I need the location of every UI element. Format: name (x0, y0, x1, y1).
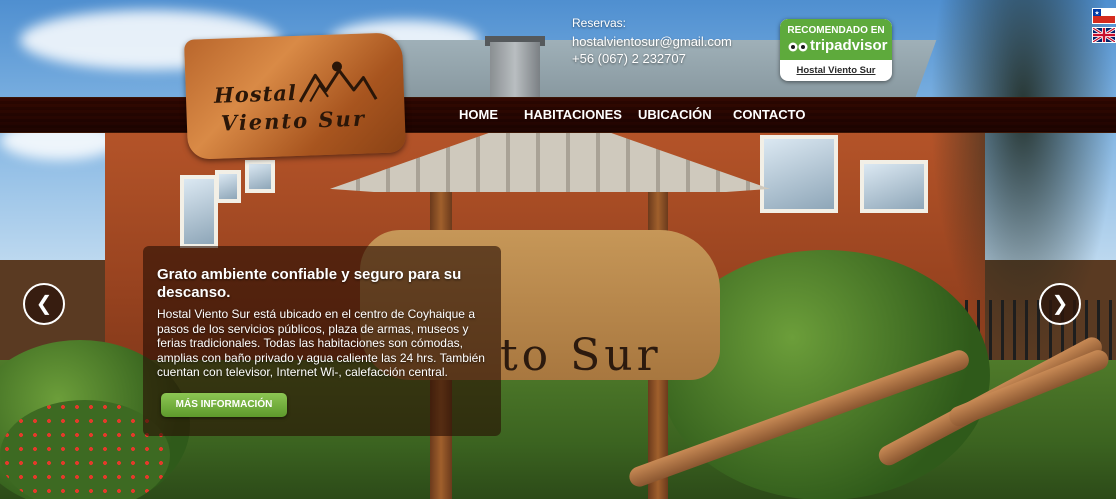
window (245, 160, 275, 193)
more-info-button[interactable]: MÁS INFORMACIÓN (161, 393, 287, 417)
window (180, 175, 218, 248)
nav-contacto[interactable]: CONTACTO (733, 98, 805, 132)
main-nav-bar: HOME HABITACIONES UBICACIÓN CONTACTO (0, 97, 1116, 133)
chile-flag-icon[interactable] (1092, 8, 1116, 24)
window (215, 170, 241, 203)
tripadvisor-logo: tripadvisor (810, 37, 888, 54)
nav-ubicacion[interactable]: UBICACIÓN (638, 98, 712, 132)
mountains-icon (298, 61, 378, 103)
slider-next-button[interactable]: ❯ (1039, 283, 1081, 325)
reservations-phone: +56 (067) 2 232707 (572, 51, 686, 66)
caption-title: Grato ambiente confiable y seguro para s… (157, 266, 462, 301)
tripadvisor-badge[interactable]: RECOMENDADO EN tripadvisor Hostal Viento… (780, 19, 892, 81)
wooden-sign-text: to Sur (500, 330, 662, 381)
site-logo[interactable]: Hostal Viento Sur (183, 32, 407, 160)
logo-line1: Hostal (213, 79, 298, 108)
tripadvisor-owl-icon (788, 42, 808, 52)
caption-body: Hostal Viento Sur está ubicado en el cen… (157, 307, 485, 380)
chevron-right-icon: ❯ (1051, 293, 1069, 315)
nav-habitaciones[interactable]: HABITACIONES (524, 98, 622, 132)
logo-line2: Viento Sur (220, 105, 367, 136)
slider-caption: Grato ambiente confiable y seguro para s… (143, 246, 501, 436)
reservations-label: Reservas: (572, 16, 627, 30)
tripadvisor-hostal-link[interactable]: Hostal Viento Sur (780, 65, 892, 76)
chimney (490, 42, 540, 102)
chevron-left-icon: ❮ (35, 293, 53, 315)
reservations-email[interactable]: hostalvientosur@gmail.com (572, 34, 732, 49)
slider-prev-button[interactable]: ❮ (23, 283, 65, 325)
uk-flag-icon[interactable] (1092, 26, 1116, 44)
window (860, 160, 928, 213)
nav-home[interactable]: HOME (459, 98, 498, 132)
tripadvisor-recommended: RECOMENDADO EN (787, 25, 885, 36)
window (760, 135, 838, 213)
